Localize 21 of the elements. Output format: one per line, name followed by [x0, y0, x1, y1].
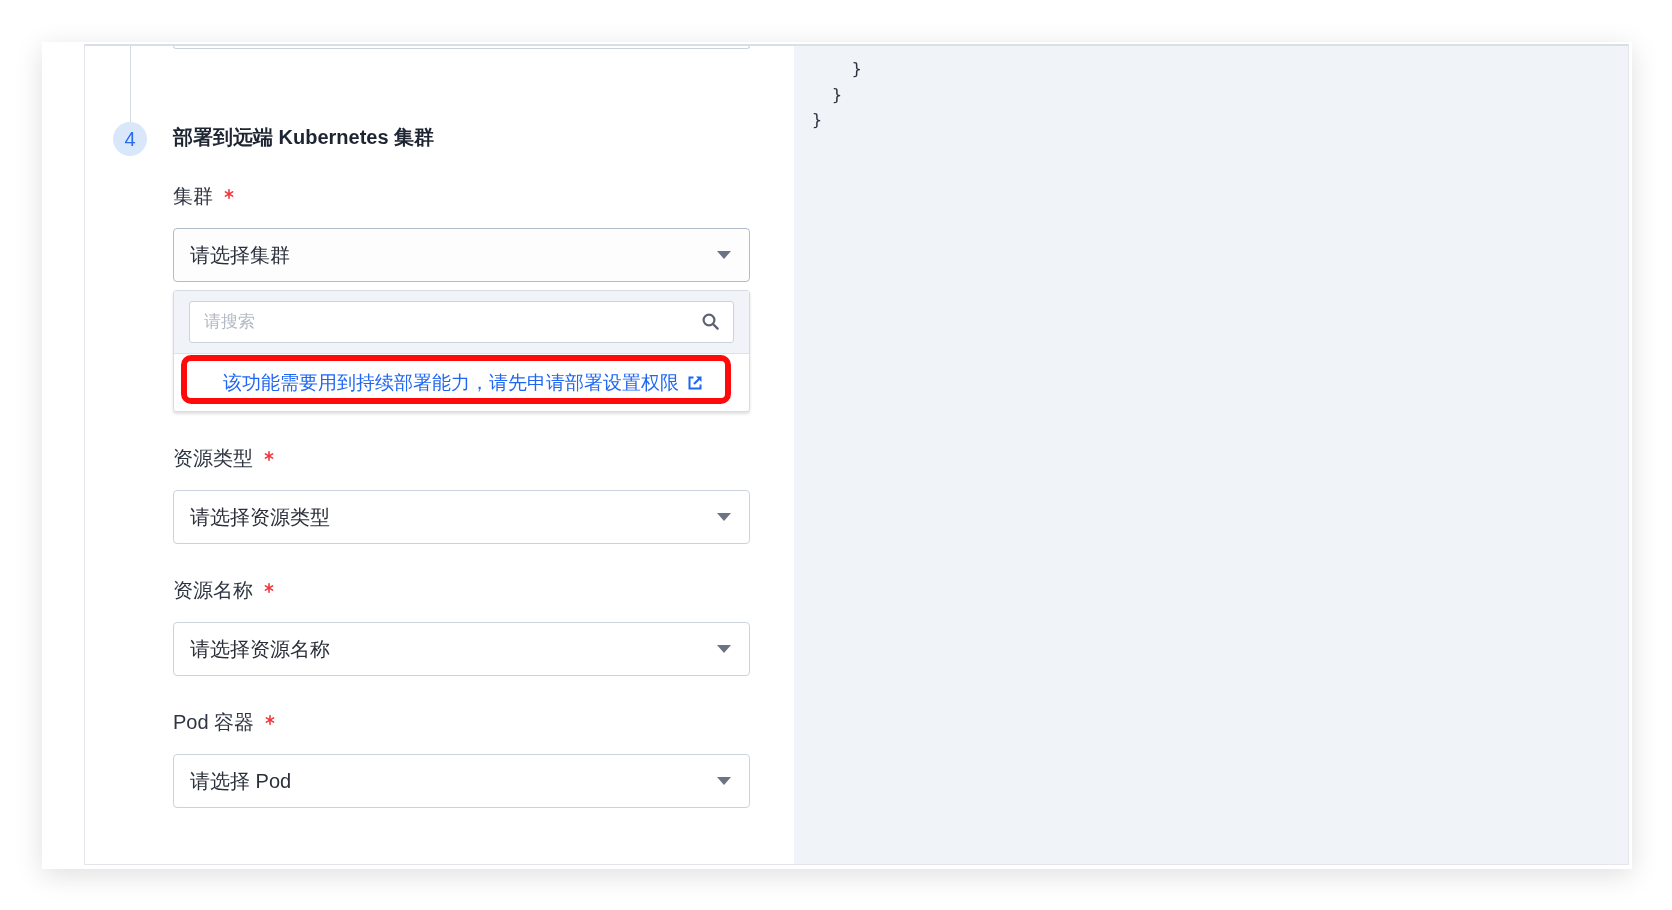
select-field[interactable]: 请选择资源名称	[173, 622, 750, 676]
field-label: Pod 容器	[173, 710, 255, 735]
caret-icon	[717, 251, 731, 259]
caret-icon	[717, 513, 731, 521]
step-number: 4	[113, 122, 147, 156]
step-title: 部署到远端 Kubernetes 集群	[173, 125, 435, 150]
permission-link[interactable]: 该功能需要用到持续部署能力，请先申请部署设置权限	[223, 369, 703, 396]
code-text: }	[851, 59, 862, 78]
select-field[interactable]: 请选择 Pod	[173, 754, 750, 808]
select-field[interactable]: 请选择资源类型	[173, 490, 750, 544]
code-text: }	[831, 84, 842, 104]
code-text: }	[812, 110, 822, 129]
input-field[interactable]	[173, 46, 750, 49]
search-field[interactable]: 请搜索	[189, 301, 734, 343]
field-label: 资源类型	[173, 446, 253, 471]
caret-icon	[717, 645, 731, 653]
field-label: 集群	[173, 184, 213, 209]
caret-icon	[717, 777, 731, 785]
field-label: 资源名称	[173, 578, 253, 603]
select-field[interactable]: 请选择集群	[173, 228, 750, 282]
search-icon	[702, 313, 719, 330]
